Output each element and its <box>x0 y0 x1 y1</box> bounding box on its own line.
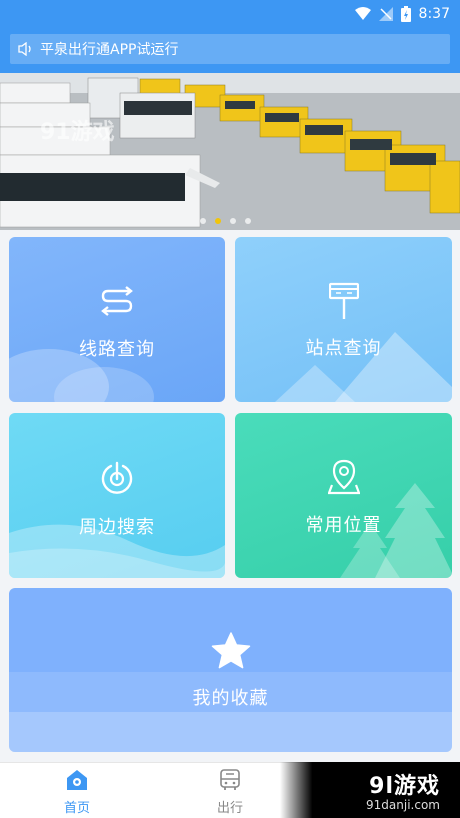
banner-watermark: 91游戏 <box>40 119 115 145</box>
carousel-dot[interactable] <box>245 218 251 224</box>
my-collection-label: 我的收藏 <box>192 688 269 709</box>
tab-travel-label: 出行 <box>216 801 243 816</box>
bus-icon <box>219 769 241 795</box>
status-bar: 8:37 <box>354 4 450 24</box>
notice-bar[interactable]: 平泉出行通APP试运行 <box>10 34 450 64</box>
tab-home-label: 首页 <box>63 801 90 816</box>
common-location-card[interactable]: 常用位置 <box>235 413 452 578</box>
tab-travel[interactable]: 出行 <box>195 769 265 816</box>
common-location-label: 常用位置 <box>305 515 382 536</box>
nearby-search-label: 周边搜索 <box>79 517 155 538</box>
wifi-icon <box>354 7 371 21</box>
route-query-label: 线路查询 <box>79 339 155 360</box>
signal-icon <box>378 7 393 21</box>
route-icon <box>100 285 134 321</box>
star-icon <box>211 632 251 674</box>
station-query-card[interactable]: 站点查询 <box>235 237 452 402</box>
notice-text: 平泉出行通APP试运行 <box>40 42 179 58</box>
carousel-dot[interactable] <box>200 218 206 224</box>
watermark-logo: 9l游戏 <box>369 774 440 799</box>
nearby-search-card[interactable]: 周边搜索 <box>9 413 225 578</box>
carousel-dot-active[interactable] <box>215 218 221 224</box>
home-icon <box>66 769 88 795</box>
route-query-card[interactable]: 线路查询 <box>9 237 225 402</box>
battery-icon <box>400 6 411 22</box>
site-watermark: 9l游戏 91danji.com <box>280 762 460 818</box>
bus-depot-photo: 91游戏 <box>0 73 460 230</box>
bus-banner[interactable]: 91游戏 <box>0 73 460 230</box>
tab-home[interactable]: 首页 <box>42 769 112 816</box>
location-pin-icon <box>326 459 361 499</box>
status-time: 8:37 <box>418 6 450 22</box>
station-sign-icon <box>328 282 359 324</box>
nearby-radar-icon <box>100 461 134 499</box>
watermark-url: 91danji.com <box>366 798 440 812</box>
app-header: 8:37 平泉出行通APP试运行 <box>0 0 460 73</box>
station-query-label: 站点查询 <box>305 338 382 359</box>
my-collection-card[interactable]: 我的收藏 <box>9 588 452 752</box>
carousel-dots <box>200 218 251 224</box>
speaker-icon <box>18 42 34 56</box>
carousel-dot[interactable] <box>230 218 236 224</box>
